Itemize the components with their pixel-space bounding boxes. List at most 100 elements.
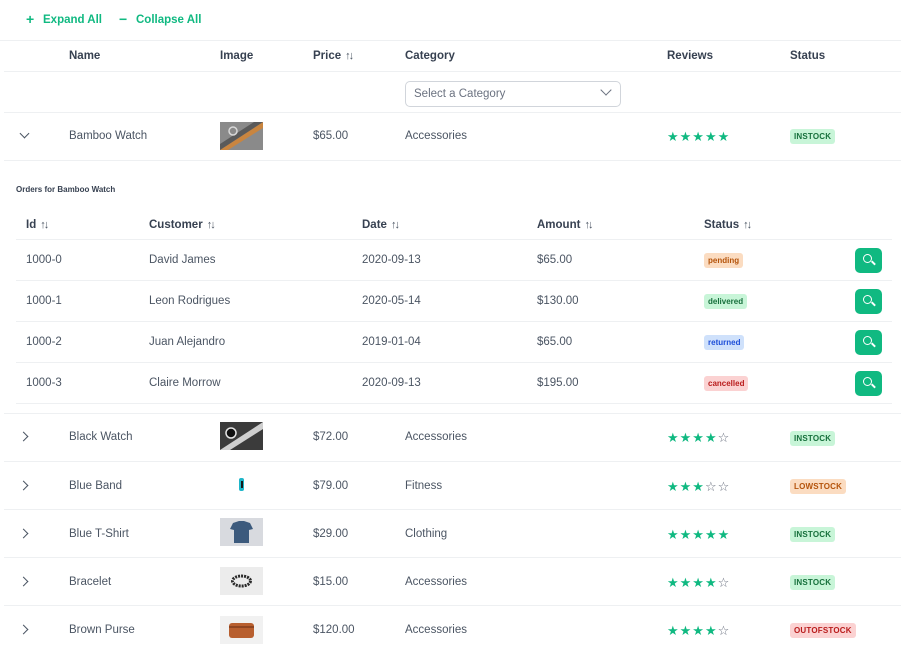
- status-badge: INSTOCK: [790, 527, 836, 542]
- orders-header-id[interactable]: Id ↑↓: [26, 219, 49, 231]
- product-row: Blue T-Shirt $29.00 Clothing ★★★★★ INSTO…: [4, 510, 901, 558]
- order-search-button[interactable]: [855, 371, 882, 396]
- sort-icon: ↑↓: [40, 219, 49, 231]
- order-search-button[interactable]: [855, 248, 882, 273]
- expand-all-button[interactable]: + Expand All: [26, 11, 102, 27]
- order-customer: Claire Morrow: [149, 377, 221, 389]
- row-toggle-button[interactable]: [19, 128, 31, 142]
- star-icon: ☆: [717, 575, 731, 590]
- star-icon: ★★★★: [667, 575, 718, 590]
- product-image: [220, 518, 263, 546]
- row-toggle-button[interactable]: [18, 528, 31, 540]
- column-header-status: Status: [790, 50, 826, 62]
- product-row: Brown Purse $120.00 Accessories ★★★★☆ OU…: [4, 606, 901, 654]
- order-row: 1000-2 Juan Alejandro 2019-01-04 $65.00 …: [16, 322, 892, 363]
- minus-icon: −: [119, 11, 128, 27]
- product-name: Brown Purse: [69, 624, 135, 636]
- product-name: Blue T-Shirt: [69, 528, 129, 540]
- product-name: Black Watch: [69, 431, 133, 443]
- product-image: [220, 422, 263, 450]
- orders-title: Orders for Bamboo Watch: [16, 185, 116, 194]
- order-amount: $130.00: [537, 295, 579, 307]
- product-image: [220, 122, 263, 150]
- orders-header-customer[interactable]: Customer ↑↓: [149, 219, 216, 231]
- order-id: 1000-3: [26, 377, 62, 389]
- column-header-name: Name: [69, 50, 101, 62]
- order-status-badge: delivered: [704, 294, 748, 309]
- product-price: $15.00: [313, 576, 349, 588]
- star-icon: ☆: [717, 623, 731, 638]
- product-row: Blue Band $79.00 Fitness ★★★☆☆ LOWSTOCK: [4, 462, 901, 510]
- product-category: Accessories: [405, 576, 467, 588]
- status-badge: OUTOFSTOCK: [790, 623, 856, 638]
- order-date: 2019-01-04: [362, 336, 421, 348]
- chevron-right-icon: [18, 624, 29, 635]
- order-status-badge: cancelled: [704, 376, 749, 391]
- order-row: 1000-0 David James 2020-09-13 $65.00 pen…: [16, 240, 892, 281]
- order-date: 2020-09-13: [362, 254, 421, 266]
- product-price: $29.00: [313, 528, 349, 540]
- order-row: 1000-3 Claire Morrow 2020-09-13 $195.00 …: [16, 363, 892, 404]
- rating-stars: ★★★☆☆: [667, 479, 730, 495]
- order-search-button[interactable]: [855, 330, 882, 355]
- row-toggle-button[interactable]: [18, 431, 31, 443]
- collapse-all-button[interactable]: − Collapse All: [119, 11, 201, 27]
- product-row: Bracelet $15.00 Accessories ★★★★☆ INSTOC…: [4, 558, 901, 606]
- order-amount: $195.00: [537, 377, 579, 389]
- chevron-right-icon: [18, 576, 29, 587]
- star-icon: ☆☆: [704, 479, 731, 494]
- order-date: 2020-05-14: [362, 295, 421, 307]
- product-price: $72.00: [313, 431, 349, 443]
- order-status-badge: pending: [704, 253, 744, 268]
- order-amount: $65.00: [537, 254, 573, 266]
- sort-icon: ↑↓: [743, 219, 752, 231]
- rating-stars: ★★★★☆: [667, 623, 730, 639]
- chevron-right-icon: [18, 528, 29, 539]
- chevron-right-icon: [18, 431, 29, 442]
- orders-header-status[interactable]: Status ↑↓: [704, 219, 752, 231]
- product-price: $65.00: [313, 130, 349, 142]
- order-customer: David James: [149, 254, 216, 266]
- column-header-image: Image: [220, 50, 254, 62]
- orders-header: Id ↑↓ Customer ↑↓ Date ↑↓ Amount ↑↓ Status ↑↓: [16, 209, 892, 240]
- order-status-badge: returned: [704, 335, 745, 350]
- product-price: $120.00: [313, 624, 355, 636]
- order-id: 1000-0: [26, 254, 62, 266]
- category-filter-select[interactable]: Select a Category: [405, 81, 621, 107]
- star-icon: ☆: [717, 430, 731, 445]
- order-search-button[interactable]: [855, 289, 882, 314]
- product-category: Accessories: [405, 624, 467, 636]
- product-category: Fitness: [405, 480, 443, 492]
- product-image: [220, 616, 263, 644]
- product-name: Bracelet: [69, 576, 112, 588]
- orders-header-date[interactable]: Date ↑↓: [362, 219, 400, 231]
- chevron-down-icon: [19, 128, 30, 139]
- column-header-price[interactable]: Price ↑↓: [313, 50, 354, 62]
- product-image: [220, 472, 263, 500]
- plus-icon: +: [26, 11, 35, 27]
- sort-icon: ↑↓: [584, 219, 593, 231]
- product-row: Bamboo Watch $65.00 Accessories ★★★★★ IN…: [4, 113, 901, 160]
- order-id: 1000-2: [26, 336, 62, 348]
- rating-stars: ★★★★★: [667, 129, 730, 145]
- status-badge: INSTOCK: [790, 431, 836, 446]
- order-id: 1000-1: [26, 295, 62, 307]
- star-icon: ★★★★: [667, 623, 718, 638]
- product-price: $79.00: [313, 480, 349, 492]
- star-icon: ★★★★★: [667, 527, 731, 542]
- orders-header-amount[interactable]: Amount ↑↓: [537, 219, 593, 231]
- column-header-category: Category: [405, 50, 455, 62]
- order-customer: Leon Rodrigues: [149, 295, 231, 307]
- rating-stars: ★★★★☆: [667, 575, 730, 591]
- status-badge: INSTOCK: [790, 129, 836, 144]
- row-toggle-button[interactable]: [18, 576, 31, 588]
- row-toggle-button[interactable]: [18, 480, 31, 492]
- product-name: Blue Band: [69, 480, 123, 492]
- divider: [4, 160, 901, 161]
- filter-row: Select a Category: [4, 72, 901, 113]
- order-amount: $65.00: [537, 336, 573, 348]
- product-row: Black Watch $72.00 Accessories ★★★★☆ INS…: [4, 414, 901, 462]
- sort-icon: ↑↓: [390, 219, 400, 231]
- product-name: Bamboo Watch: [69, 130, 148, 142]
- row-toggle-button[interactable]: [18, 624, 31, 636]
